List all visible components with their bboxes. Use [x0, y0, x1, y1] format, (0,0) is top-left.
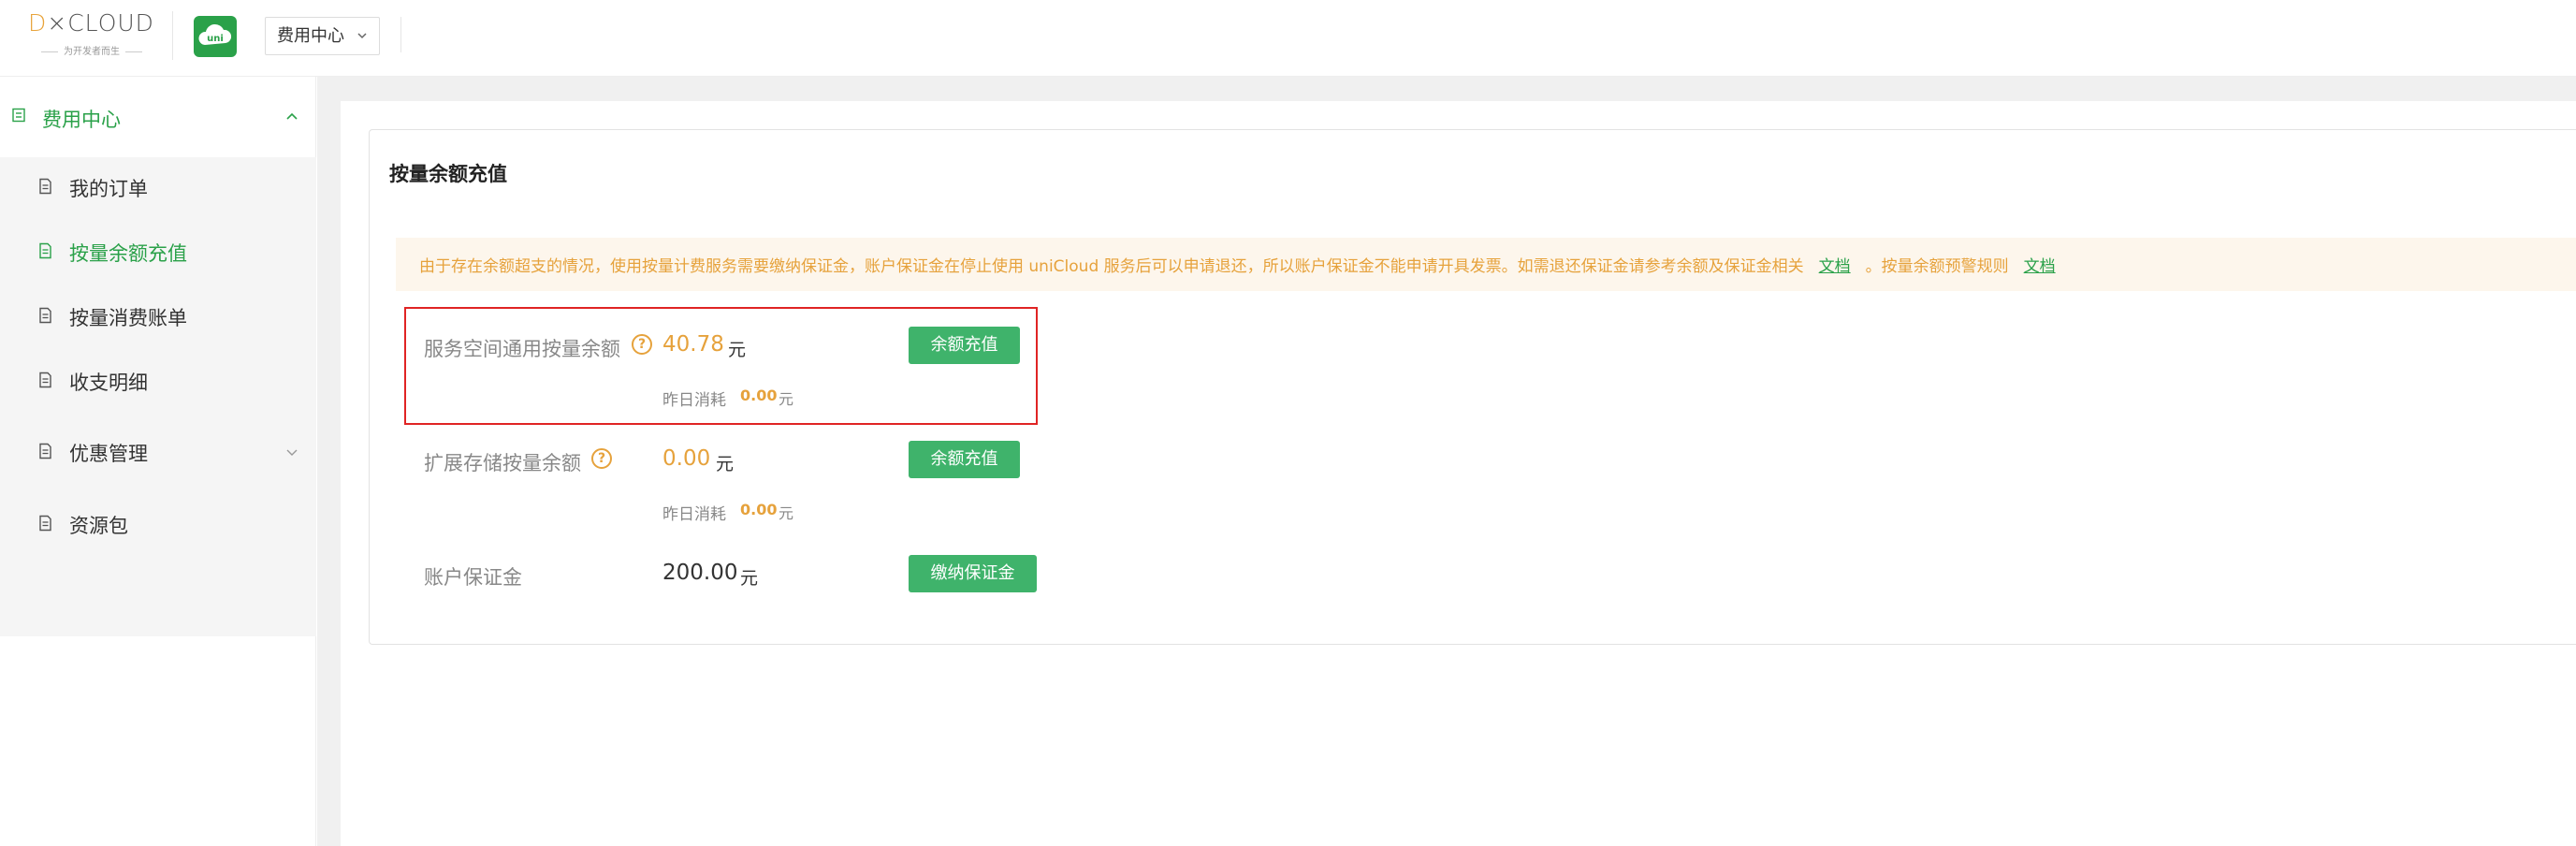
- sidebar-item-label: 我的订单: [69, 178, 148, 200]
- deposit-label: 账户保证金: [424, 566, 522, 589]
- sidebar-item-label: 按量余额充值: [69, 242, 187, 265]
- app-selector-label: 费用中心: [277, 26, 344, 46]
- logo-wordmark: ×CLOUD: [47, 9, 154, 36]
- general-balance-amount: 40.78: [662, 332, 724, 357]
- sidebar: 费用中心 我的订单 按量余额充值 按量消费账单 收支明细 优惠管理 资源包: [0, 77, 316, 846]
- dcloud-logo[interactable]: D×CLOUD 为开发者而生: [28, 9, 155, 62]
- yesterday-usage-unit: 元: [779, 390, 794, 408]
- document-icon: [39, 242, 51, 259]
- recharge-button[interactable]: 余额充值: [909, 441, 1020, 478]
- recharge-button[interactable]: 余额充值: [909, 327, 1020, 364]
- notice-doc-link[interactable]: 文档: [1819, 257, 1851, 276]
- currency-unit: 元: [716, 454, 735, 474]
- sidebar-item-resource-pack[interactable]: 资源包: [0, 494, 316, 552]
- currency-unit: 元: [740, 568, 759, 589]
- sidebar-item-transactions[interactable]: 收支明细: [0, 351, 316, 409]
- sidebar-item-label: 优惠管理: [69, 443, 148, 465]
- currency-unit: 元: [728, 340, 747, 360]
- sidebar-submenu: 我的订单 按量余额充值 按量消费账单 收支明细 优惠管理 资源包: [0, 157, 316, 636]
- storage-balance-amount: 0.00: [662, 446, 711, 471]
- deposit-amount: 200.00: [662, 561, 738, 585]
- notice-text: 由于存在余额超支的情况，使用按量计费服务需要缴纳保证金，账户保证金在停止使用 u…: [419, 257, 2056, 276]
- sidebar-group-label: 费用中心: [42, 109, 121, 131]
- sidebar-item-usage-bill[interactable]: 按量消费账单: [0, 286, 316, 344]
- general-balance-label: 服务空间通用按量余额: [424, 338, 620, 360]
- yesterday-usage-label: 昨日消耗: [662, 505, 726, 524]
- pay-deposit-button[interactable]: 缴纳保证金: [909, 555, 1037, 592]
- storage-balance-label: 扩展存储按量余额: [424, 452, 581, 474]
- sidebar-group-billing[interactable]: 费用中心: [0, 77, 316, 157]
- chevron-down-icon: [286, 449, 298, 456]
- document-icon: [39, 443, 51, 459]
- sidebar-item-label: 资源包: [69, 515, 128, 537]
- chevron-up-icon: [286, 112, 298, 120]
- app-selector[interactable]: 费用中心: [265, 17, 380, 55]
- document-icon: [39, 178, 51, 195]
- yesterday-usage-unit: 元: [779, 504, 794, 522]
- sidebar-item-label: 收支明细: [69, 372, 148, 394]
- yesterday-usage-label: 昨日消耗: [662, 391, 726, 410]
- sidebar-item-my-orders[interactable]: 我的订单: [0, 157, 316, 215]
- document-icon: [39, 372, 51, 388]
- document-icon: [39, 307, 51, 324]
- logo-slogan: 为开发者而生: [28, 43, 155, 57]
- sidebar-item-label: 按量消费账单: [69, 307, 187, 329]
- help-icon[interactable]: ?: [632, 334, 652, 355]
- warning-rules-doc-link[interactable]: 文档: [2024, 257, 2056, 276]
- unicloud-app-icon[interactable]: uni: [194, 16, 237, 57]
- cloud-icon: uni: [198, 23, 232, 45]
- page-title: 按量余额充值: [389, 163, 507, 185]
- header-divider: [172, 11, 173, 60]
- chevron-down-icon: [357, 18, 368, 69]
- sidebar-item-discounts[interactable]: 优惠管理: [0, 422, 316, 480]
- app-icon-text: uni: [207, 34, 224, 44]
- document-icon: [39, 515, 51, 532]
- top-header: D×CLOUD 为开发者而生 uni 费用中心: [0, 0, 2576, 77]
- header-divider: [400, 17, 401, 52]
- sidebar-item-balance-recharge[interactable]: 按量余额充值: [0, 222, 316, 280]
- help-icon[interactable]: ?: [591, 448, 612, 469]
- billing-icon: [12, 108, 25, 123]
- yesterday-usage-value: 0.00: [740, 387, 778, 404]
- yesterday-usage-value: 0.00: [740, 501, 778, 518]
